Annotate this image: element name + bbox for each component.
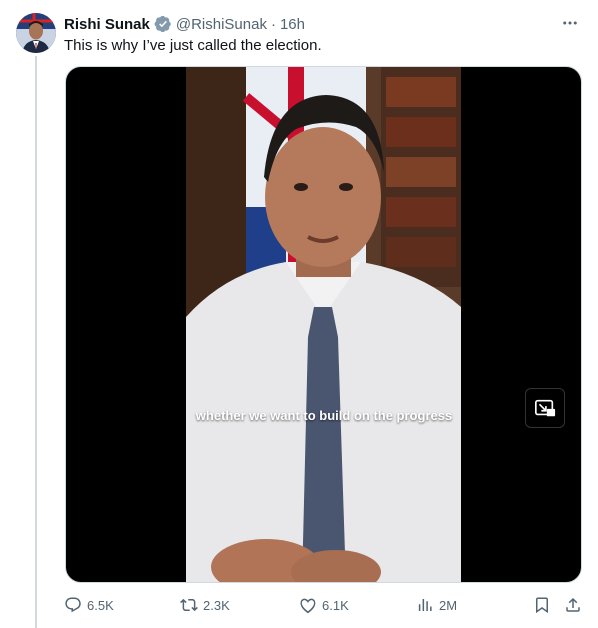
verified-badge-icon — [154, 15, 172, 33]
heart-icon — [300, 598, 316, 614]
bookmark-button[interactable] — [533, 596, 556, 614]
video-player[interactable]: whether we want to build on the progress — [65, 66, 582, 583]
picture-in-picture-icon[interactable] — [525, 388, 565, 428]
reply-count: 6.5K — [87, 597, 114, 613]
views-icon — [418, 599, 432, 611]
tweet-text: This is why I’ve just called the electio… — [64, 37, 322, 54]
repost-button[interactable]: 2.3K — [180, 596, 230, 614]
video-caption: whether we want to build on the progress — [195, 408, 453, 423]
share-button[interactable] — [564, 596, 587, 614]
reply-button[interactable]: 6.5K — [64, 596, 114, 614]
like-button[interactable]: 6.1K — [299, 596, 349, 614]
tweet-header: Rishi Sunak @RishiSunak · 16h — [64, 14, 305, 34]
repost-count: 2.3K — [203, 597, 230, 613]
tweet-timestamp[interactable]: 16h — [280, 16, 305, 33]
avatar[interactable] — [16, 13, 56, 53]
more-icon[interactable] — [558, 13, 582, 33]
separator-dot: · — [270, 15, 276, 33]
bookmark-icon — [536, 597, 548, 614]
video-frame — [186, 67, 461, 582]
like-count: 6.1K — [322, 597, 349, 613]
avatar-image — [16, 13, 56, 53]
views-button[interactable]: 2M — [416, 596, 457, 614]
reply-icon — [65, 597, 81, 613]
views-count: 2M — [439, 597, 458, 613]
thread-line — [35, 56, 37, 628]
author-handle[interactable]: @RishiSunak — [176, 16, 267, 33]
repost-icon — [180, 598, 198, 612]
author-name[interactable]: Rishi Sunak — [64, 16, 150, 33]
action-bar: 6.5K 2.3K 6.1K 2M — [64, 596, 584, 618]
share-icon — [566, 597, 580, 612]
